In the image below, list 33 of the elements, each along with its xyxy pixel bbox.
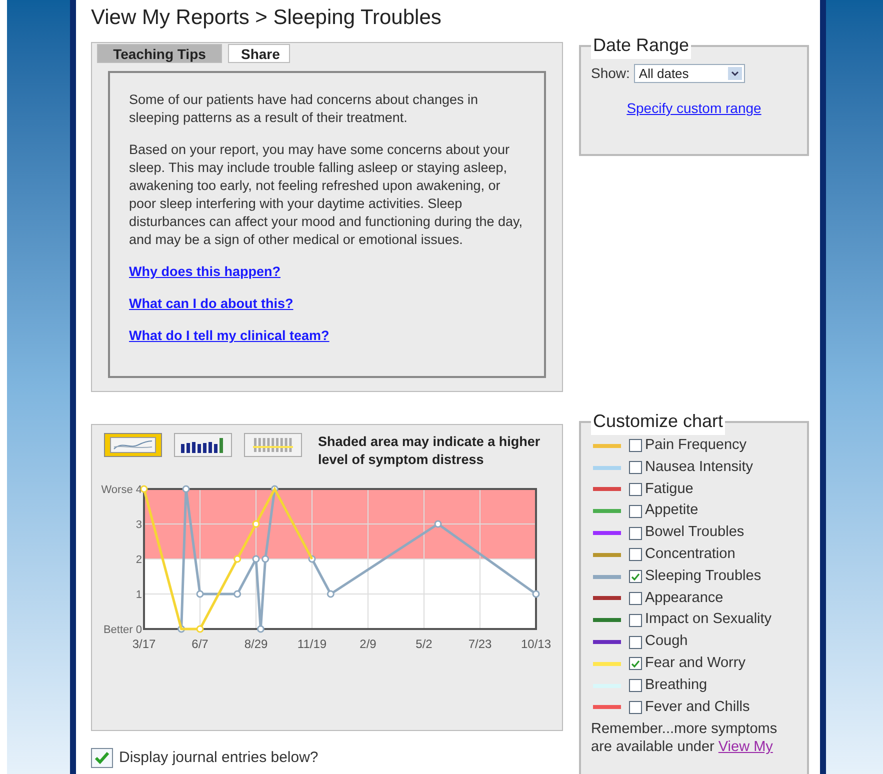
symptom-label: Fear and Worry bbox=[645, 654, 746, 673]
x-tick-label: 11/19 bbox=[297, 637, 327, 651]
symptom-label: Appearance bbox=[645, 588, 724, 608]
x-tick-label: 5/2 bbox=[416, 637, 432, 651]
x-tick-label: 3/17 bbox=[132, 637, 156, 651]
page-title: View My Reports > Sleeping Troubles bbox=[91, 5, 442, 31]
x-tick-label: 2/9 bbox=[360, 637, 376, 651]
y-tick-label: 1 bbox=[136, 589, 142, 601]
symptom-label: Fatigue bbox=[645, 480, 694, 499]
y-tick-label: 3 bbox=[136, 519, 142, 531]
symptom-label: Fever and Chills bbox=[645, 698, 750, 717]
symptom-label: Cough bbox=[645, 632, 688, 652]
y-tick-label: 2 bbox=[136, 554, 142, 566]
y-tick-label: Worse 4 bbox=[101, 484, 142, 496]
symptom-label: Nausea Intensity bbox=[645, 458, 754, 477]
symptom-label: Concentration bbox=[645, 545, 736, 564]
tip-paragraph: Based on your report, you may have some concerns about your sleep. This may include trouble falling asleep or staying asleep, awakening too early, not feeling refreshed upon awakening, or poor sleep interfering with your daytime activities. Sleep disturbances can affect your mood and functioning during the day, and may be a sign of other medical or emotional issues. bbox=[129, 141, 524, 249]
symptom-label: Impact on Sexuality bbox=[645, 610, 772, 630]
symptom-label: Appetite bbox=[645, 501, 698, 520]
symptoms-note: Remember...more symptoms are available under View My bbox=[591, 720, 778, 756]
x-tick-label: 10/13 bbox=[520, 637, 552, 651]
checkbox-label: Display journal entries below? bbox=[119, 748, 318, 768]
tip-paragraph: Some of our patients have had concerns about changes in sleeping patterns as a result of their treatment. bbox=[129, 91, 479, 127]
x-tick-label: 8/29 bbox=[244, 637, 268, 651]
show-label: Show: bbox=[591, 64, 630, 83]
symptom-label: Breathing bbox=[645, 676, 708, 695]
x-tick-label: 7/23 bbox=[468, 637, 492, 651]
x-tick-label: 6/7 bbox=[192, 637, 208, 651]
chart-note: Shaded area may indicate a higher level of symptom distress bbox=[318, 433, 542, 469]
symptom-label: Sleeping Troubles bbox=[645, 566, 762, 586]
symptom-label: Bowel Troubles bbox=[645, 523, 744, 542]
y-tick-label: Better 0 bbox=[103, 624, 142, 636]
symptom-label: Pain Frequency bbox=[645, 436, 747, 456]
